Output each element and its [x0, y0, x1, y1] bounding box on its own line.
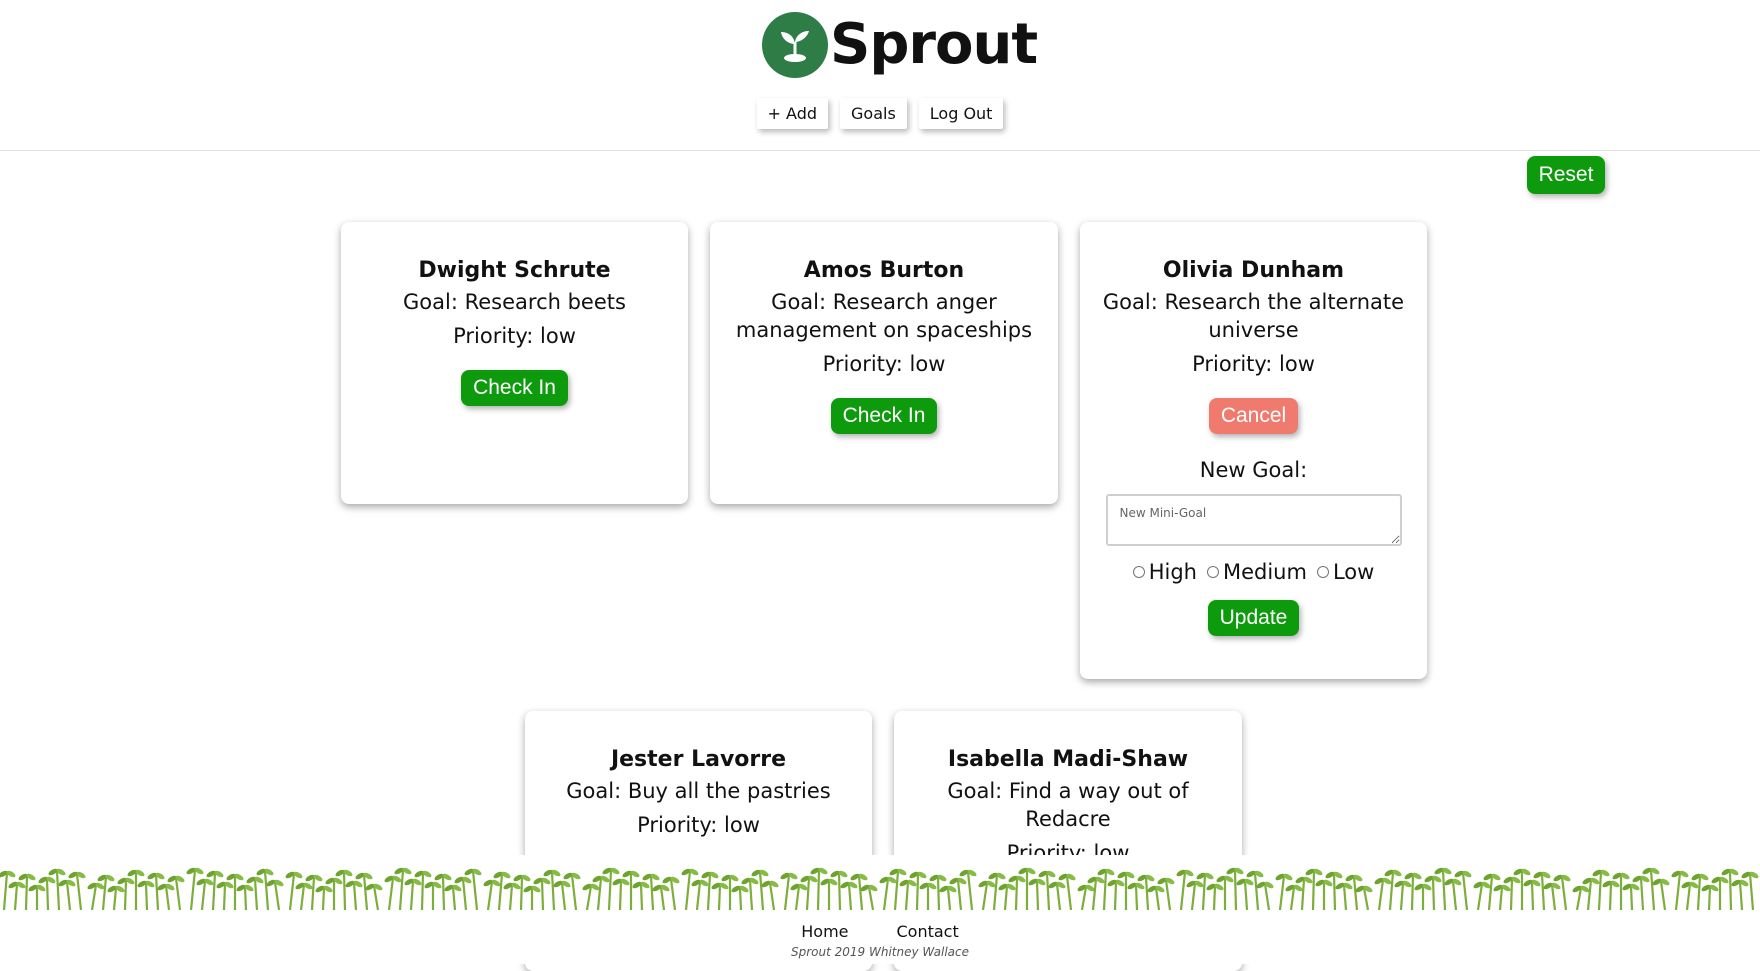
reset-button[interactable]: Reset	[1527, 156, 1605, 194]
goal-card-expanded: Olivia Dunham Goal: Research the alterna…	[1080, 222, 1427, 679]
card-goal: Goal: Research beets	[403, 290, 626, 314]
priority-radio-medium[interactable]	[1206, 566, 1219, 578]
footer-contact-link[interactable]: Contact	[897, 922, 959, 941]
site-footer: Home Contact Sprout 2019 Whitney Wallace	[0, 910, 1760, 964]
card-name: Isabella Madi-Shaw	[947, 747, 1189, 772]
card-priority: Priority: low	[453, 324, 576, 348]
mini-goal-input[interactable]	[1105, 494, 1402, 546]
goal-card: Amos Burton Goal: Research anger managem…	[710, 222, 1058, 504]
priority-radio-group: High Medium Low	[1080, 560, 1427, 584]
goal-card: Dwight Schrute Goal: Research beets Prio…	[341, 222, 688, 504]
card-priority: Priority: low	[822, 352, 946, 376]
site-header: Sprout + Add Goals Log Out	[0, 0, 1760, 151]
brand[interactable]: Sprout	[762, 12, 1038, 78]
check-in-button[interactable]: Check In	[830, 398, 938, 434]
priority-radio-low[interactable]	[1316, 566, 1329, 578]
cancel-button[interactable]: Cancel	[1208, 398, 1299, 434]
card-priority: Priority: low	[1192, 352, 1315, 376]
check-in-button[interactable]: Check In	[461, 370, 568, 406]
priority-label-low: Low	[1332, 560, 1375, 584]
card-priority: Priority: low	[637, 813, 760, 837]
footer-credit: Sprout 2019 Whitney Wallace	[791, 945, 969, 959]
app-title: Sprout	[830, 12, 1038, 77]
card-name: Amos Burton	[803, 258, 965, 283]
card-name: Dwight Schrute	[418, 258, 611, 283]
logout-button[interactable]: Log Out	[918, 98, 1004, 129]
sprout-icon	[762, 12, 828, 78]
main-nav: + Add Goals Log Out	[0, 98, 1760, 129]
priority-option-low[interactable]: Low	[1316, 560, 1375, 584]
card-goal: Goal: Find a way out of Redacre	[947, 779, 1189, 831]
priority-label-medium: Medium	[1222, 560, 1307, 584]
card-goal: Goal: Research anger management on space…	[735, 290, 1033, 342]
priority-label-high: High	[1148, 560, 1197, 584]
new-goal-label: New Goal:	[1199, 458, 1308, 482]
card-goal: Goal: Research the alternate universe	[1102, 290, 1405, 342]
card-name: Olivia Dunham	[1162, 258, 1345, 283]
footer-home-link[interactable]: Home	[801, 922, 848, 941]
card-name: Jester Lavorre	[610, 747, 787, 772]
footer-links: Home Contact	[0, 922, 1760, 941]
grass-illustration	[0, 867, 1759, 911]
goals-button[interactable]: Goals	[840, 98, 907, 129]
card-goal: Goal: Buy all the pastries	[566, 779, 831, 803]
update-button[interactable]: Update	[1207, 600, 1300, 636]
grass-banner	[0, 855, 1760, 911]
priority-option-medium[interactable]: Medium	[1206, 560, 1307, 584]
priority-radio-high[interactable]	[1132, 566, 1145, 578]
priority-option-high[interactable]: High	[1132, 560, 1197, 584]
add-button[interactable]: + Add	[756, 98, 828, 129]
